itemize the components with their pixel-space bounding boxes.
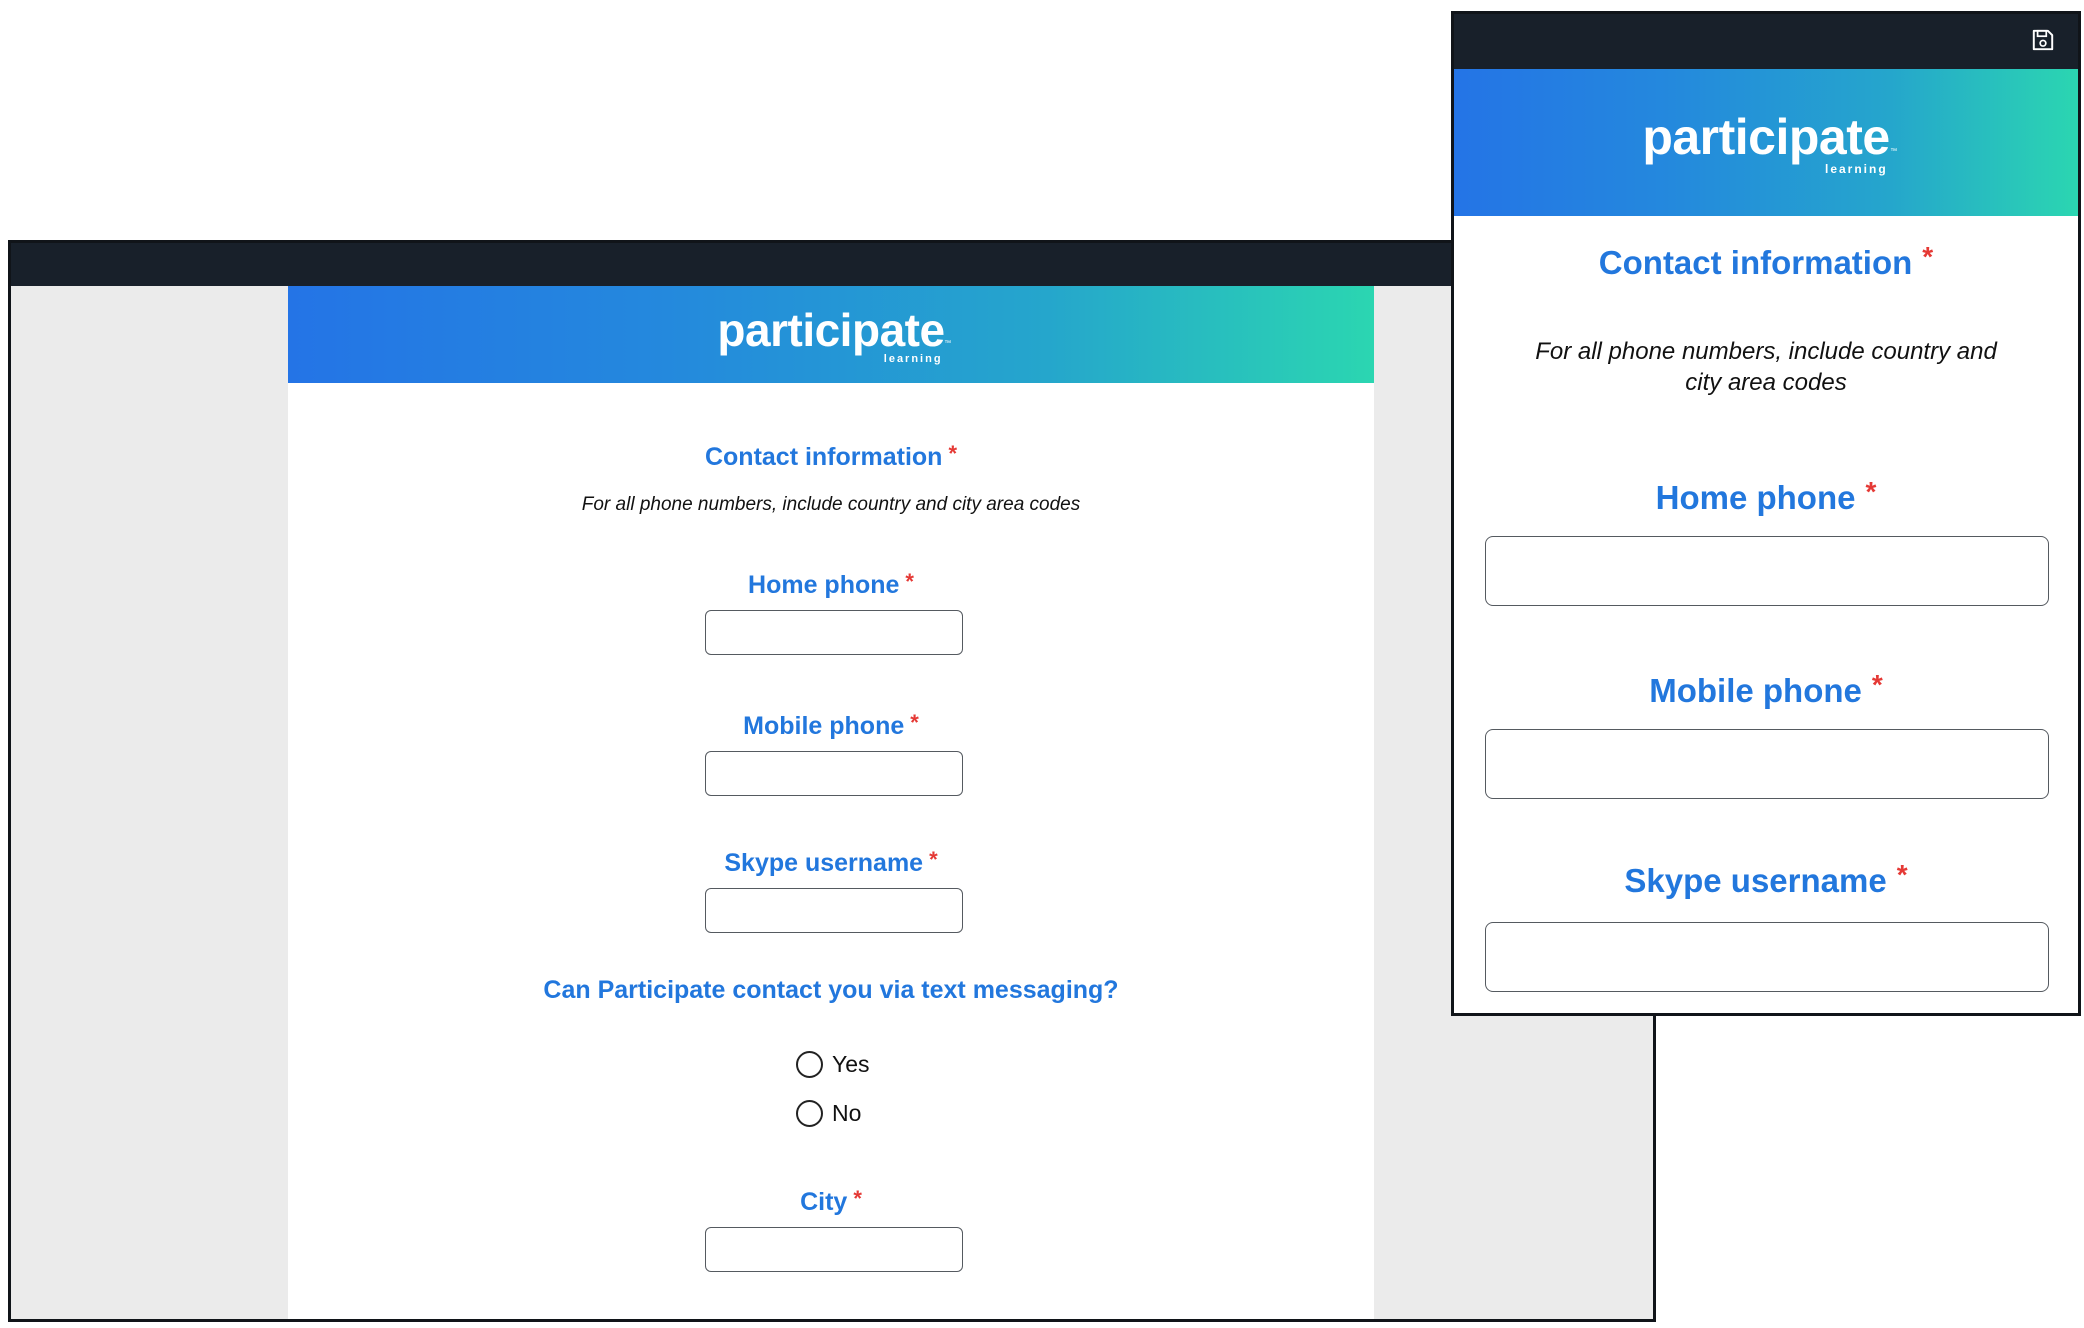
section-title-label: Contact information xyxy=(704,443,943,471)
phone-note-text: For all phone numbers, include country a… xyxy=(1535,338,1997,396)
mobile-phone-input[interactable] xyxy=(1485,729,2049,799)
logo-subtext: learning xyxy=(1824,161,1888,176)
home-phone-input[interactable] xyxy=(1485,536,2049,606)
home-phone-label-text: Home phone xyxy=(1655,479,1856,516)
mobile-phone-input[interactable] xyxy=(705,751,963,796)
home-phone-label-text: Home phone xyxy=(748,571,900,599)
home-phone-label: Home phone * xyxy=(288,569,1374,600)
required-mark: * xyxy=(910,710,919,735)
required-mark: * xyxy=(929,847,938,872)
mobile-phone-label: Mobile phone * xyxy=(1454,669,2078,710)
phone-note: For all phone numbers, include country a… xyxy=(1454,336,2078,398)
desktop-banner: participate ™ learning xyxy=(288,286,1374,383)
text-messaging-question-text: Can Participate contact you via text mes… xyxy=(543,976,1119,1004)
radio-option-no[interactable]: No xyxy=(796,1100,861,1127)
skype-label: Skype username * xyxy=(288,847,1374,878)
desktop-form-page: participate ™ learning Contact informati… xyxy=(288,286,1374,1319)
city-label: City * xyxy=(288,1186,1374,1217)
required-mark: * xyxy=(853,1186,862,1211)
skype-label-text: Skype username xyxy=(724,849,924,877)
section-title: Contact information * xyxy=(288,441,1374,472)
required-mark: * xyxy=(1871,669,1883,700)
text-messaging-question: Can Participate contact you via text mes… xyxy=(288,976,1374,1005)
logo-trademark: ™ xyxy=(944,339,951,347)
logo-text: participate xyxy=(1642,108,1890,165)
radio-button-no[interactable] xyxy=(796,1100,823,1127)
mobile-phone-label: Mobile phone * xyxy=(288,710,1374,741)
participate-logo: participate ™ learning xyxy=(717,303,951,365)
required-mark: * xyxy=(905,569,914,594)
skype-label: Skype username * xyxy=(1454,859,2078,900)
mobile-banner: participate ™ learning xyxy=(1454,69,2078,216)
logo-trademark: ™ xyxy=(1890,147,1897,155)
skype-input[interactable] xyxy=(705,888,963,933)
phone-note: For all phone numbers, include country a… xyxy=(288,494,1374,516)
section-title-label: Contact information xyxy=(1598,244,1913,281)
section-title: Contact information * xyxy=(1454,241,2078,282)
mobile-phone-label-text: Mobile phone xyxy=(743,712,905,740)
desktop-browser-window: participate ™ learning Contact informati… xyxy=(8,240,1656,1322)
city-label-text: City xyxy=(800,1188,848,1216)
mobile-browser-window: participate ™ learning Contact informati… xyxy=(1451,11,2081,1016)
phone-note-text: For all phone numbers, include country a… xyxy=(581,494,1081,515)
desktop-title-bar xyxy=(11,243,1653,286)
logo-text: participate xyxy=(717,303,945,356)
city-input[interactable] xyxy=(705,1227,963,1272)
required-mark: * xyxy=(948,441,958,466)
mobile-title-bar xyxy=(1454,14,2078,69)
mobile-phone-label-text: Mobile phone xyxy=(1649,672,1862,709)
home-phone-input[interactable] xyxy=(705,610,963,655)
radio-label-yes: Yes xyxy=(832,1051,870,1077)
home-phone-label: Home phone * xyxy=(1454,476,2078,517)
logo-subtext: learning xyxy=(883,352,943,365)
participate-logo: participate ™ learning xyxy=(1642,108,1897,175)
skype-label-text: Skype username xyxy=(1624,862,1887,899)
skype-input[interactable] xyxy=(1485,922,2049,992)
required-mark: * xyxy=(1865,476,1877,507)
required-mark: * xyxy=(1896,859,1908,890)
required-mark: * xyxy=(1922,241,1934,272)
radio-label-no: No xyxy=(832,1100,862,1126)
radio-option-yes[interactable]: Yes xyxy=(796,1051,870,1078)
save-icon[interactable] xyxy=(2030,27,2056,53)
radio-button-yes[interactable] xyxy=(796,1051,823,1078)
